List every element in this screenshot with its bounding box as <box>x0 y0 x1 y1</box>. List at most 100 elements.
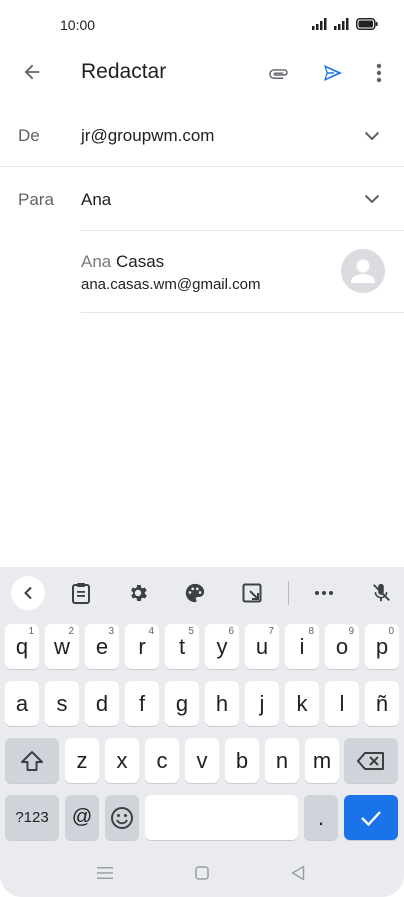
key-hint: 0 <box>388 626 394 637</box>
key-hint: 8 <box>308 626 314 637</box>
key-a[interactable]: a <box>5 681 39 726</box>
status-time: 10:00 <box>60 17 96 33</box>
key-label: b <box>235 747 249 773</box>
key-i[interactable]: i8 <box>285 624 319 669</box>
key-label: l <box>339 690 345 716</box>
keyboard-settings-button[interactable] <box>123 578 153 608</box>
chevron-left-icon <box>24 586 32 600</box>
key-label: c <box>156 747 168 773</box>
key-u[interactable]: u7 <box>245 624 279 669</box>
more-options-button[interactable] <box>366 58 392 88</box>
palette-icon <box>185 583 205 603</box>
key-j[interactable]: j <box>245 681 279 726</box>
voice-input-button[interactable] <box>366 578 396 608</box>
back-nav-button[interactable] <box>283 860 313 886</box>
to-input[interactable]: Ana <box>81 190 111 210</box>
key-label: f <box>138 690 146 716</box>
backspace-key[interactable] <box>344 738 398 783</box>
key-o[interactable]: o9 <box>325 624 359 669</box>
key-r[interactable]: r4 <box>125 624 159 669</box>
to-expand-button[interactable] <box>358 185 386 213</box>
arrow-left-icon <box>24 64 40 80</box>
key-w[interactable]: w2 <box>45 624 79 669</box>
key-hint: 1 <box>28 626 34 637</box>
key-p[interactable]: p0 <box>365 624 399 669</box>
at-key[interactable]: @ <box>65 795 99 840</box>
back-button[interactable] <box>14 56 50 88</box>
attach-button[interactable] <box>262 56 296 90</box>
key-b[interactable]: b <box>225 738 259 783</box>
clipboard-button[interactable] <box>66 578 96 608</box>
key-x[interactable]: x <box>105 738 139 783</box>
from-expand-button[interactable] <box>358 122 386 150</box>
from-field[interactable]: jr@groupwm.com <box>81 126 214 146</box>
divider <box>0 166 404 167</box>
avatar <box>341 249 385 293</box>
more-tools-button[interactable] <box>309 578 339 608</box>
more-vert-icon <box>376 63 382 83</box>
contact-suggestion[interactable]: Ana Casas ana.casas.wm@gmail.com <box>0 231 404 312</box>
key-label: d <box>95 690 109 716</box>
menu-icon <box>97 867 113 879</box>
key-hint: 9 <box>348 626 354 637</box>
divider <box>81 312 404 313</box>
key-y[interactable]: y6 <box>205 624 239 669</box>
key-label: ñ <box>375 690 389 716</box>
resize-icon <box>242 583 262 603</box>
key-label: q <box>15 633 29 659</box>
one-handed-button[interactable] <box>237 578 267 608</box>
key-d[interactable]: d <box>85 681 119 726</box>
signal-icon <box>312 18 327 30</box>
square-icon <box>195 866 209 880</box>
status-icons <box>312 18 378 30</box>
key-z[interactable]: z <box>65 738 99 783</box>
key-hint: 5 <box>188 626 194 637</box>
key-label: a <box>15 690 29 716</box>
key-ñ[interactable]: ñ <box>365 681 399 726</box>
key-e[interactable]: e3 <box>85 624 119 669</box>
mic-off-icon <box>373 583 390 602</box>
home-nav-button[interactable] <box>187 860 217 886</box>
key-v[interactable]: v <box>185 738 219 783</box>
paperclip-icon <box>269 69 288 79</box>
key-g[interactable]: g <box>165 681 199 726</box>
key-label: r <box>138 633 146 659</box>
key-t[interactable]: t5 <box>165 624 199 669</box>
keyboard-collapse-button[interactable] <box>11 576 45 610</box>
person-icon <box>351 259 375 283</box>
key-m[interactable]: m <box>305 738 339 783</box>
send-button[interactable] <box>316 56 350 90</box>
key-label: n <box>275 747 289 773</box>
emoji-key[interactable] <box>105 795 139 840</box>
period-key[interactable]: . <box>304 795 338 840</box>
key-f[interactable]: f <box>125 681 159 726</box>
symbols-key[interactable]: ?123 <box>5 795 59 840</box>
key-s[interactable]: s <box>45 681 79 726</box>
key-c[interactable]: c <box>145 738 179 783</box>
key-n[interactable]: n <box>265 738 299 783</box>
chevron-down-icon <box>364 131 380 141</box>
shift-key[interactable] <box>5 738 59 783</box>
key-hint: 2 <box>68 626 74 637</box>
space-key[interactable] <box>145 795 298 840</box>
done-key[interactable] <box>344 795 398 840</box>
key-label: m <box>312 747 332 773</box>
system-nav-bar <box>0 848 404 897</box>
key-q[interactable]: q1 <box>5 624 39 669</box>
theme-button[interactable] <box>180 578 210 608</box>
battery-icon <box>356 18 378 30</box>
key-label: t <box>178 633 186 659</box>
key-label: x <box>116 747 128 773</box>
to-label: Para <box>18 190 54 209</box>
key-label: g <box>175 690 189 716</box>
key-h[interactable]: h <box>205 681 239 726</box>
key-label: i <box>299 633 305 659</box>
send-icon <box>324 65 342 81</box>
key-l[interactable]: l <box>325 681 359 726</box>
key-label: p <box>375 633 389 659</box>
key-label: o <box>335 633 349 659</box>
menu-nav-button[interactable] <box>90 860 120 886</box>
key-label: w <box>54 633 70 659</box>
key-k[interactable]: k <box>285 681 319 726</box>
suggestion-email: ana.casas.wm@gmail.com <box>81 276 261 293</box>
